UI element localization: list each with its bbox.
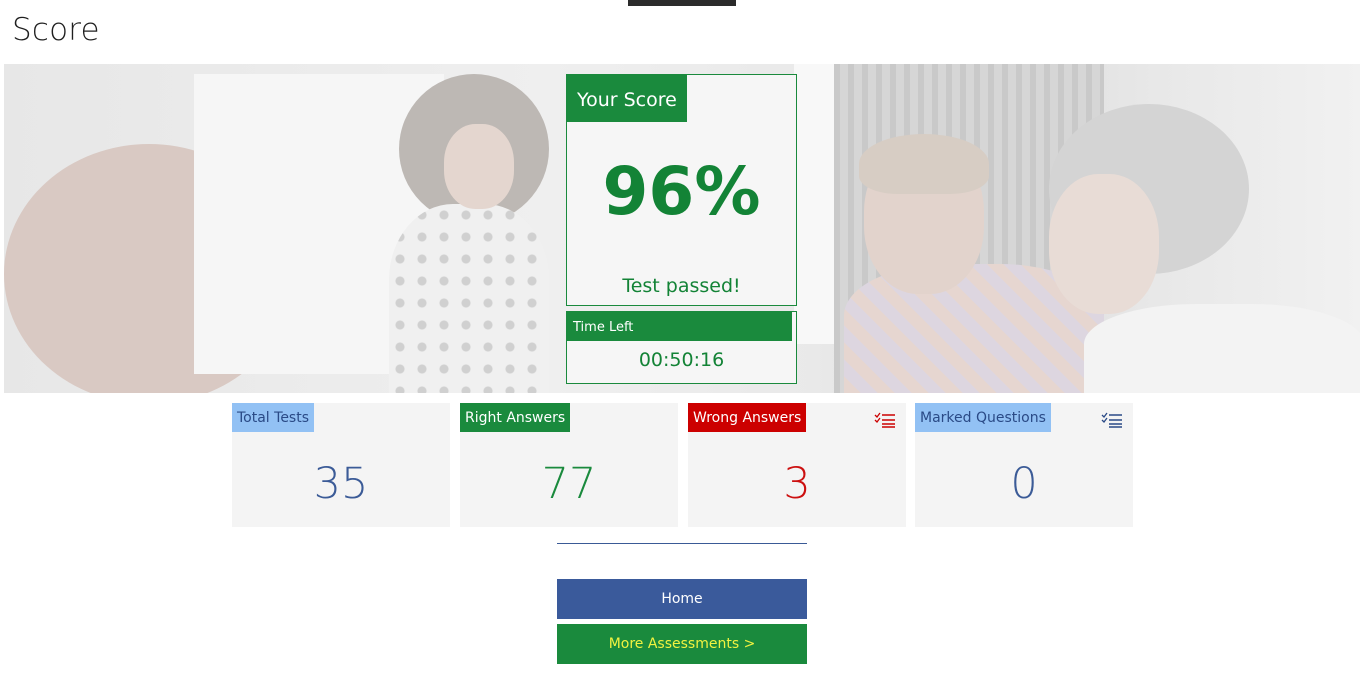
tile-value: 3 [783, 459, 811, 509]
page-title: Score [12, 12, 100, 48]
divider [557, 543, 807, 544]
tile-value: 35 [313, 459, 369, 509]
presenter-body [389, 204, 549, 393]
tile-value: 77 [541, 459, 597, 509]
tile-label: Marked Questions [915, 403, 1051, 432]
score-header: Your Score [567, 75, 687, 122]
home-button[interactable]: Home [557, 579, 807, 619]
more-assessments-button[interactable]: More Assessments > [557, 624, 807, 664]
presenter-face [444, 124, 514, 209]
tile-label: Total Tests [232, 403, 315, 432]
score-value: 96% [602, 153, 761, 230]
time-left-card: Time Left 00:50:16 [566, 311, 797, 384]
checklist-icon[interactable] [874, 412, 896, 428]
tile-marked-questions[interactable]: Marked Questions 0 [915, 403, 1133, 527]
score-status: Test passed! [622, 275, 741, 297]
time-left-header: Time Left [567, 312, 792, 341]
checklist-icon[interactable] [1101, 412, 1123, 428]
tile-total-tests: Total Tests 35 [232, 403, 450, 527]
tile-right-answers: Right Answers 77 [460, 403, 678, 527]
window-top-tab [628, 0, 736, 6]
attendee2-body [1084, 304, 1360, 393]
tile-label: Wrong Answers [688, 403, 807, 432]
tile-wrong-answers[interactable]: Wrong Answers 3 [688, 403, 906, 527]
tile-value: 0 [1010, 459, 1038, 509]
time-left-value: 00:50:16 [638, 349, 725, 371]
attendee-hair [859, 134, 989, 194]
tile-label: Right Answers [460, 403, 571, 432]
attendee2-face [1049, 174, 1159, 314]
score-card: Your Score 96% Test passed! [566, 74, 797, 306]
